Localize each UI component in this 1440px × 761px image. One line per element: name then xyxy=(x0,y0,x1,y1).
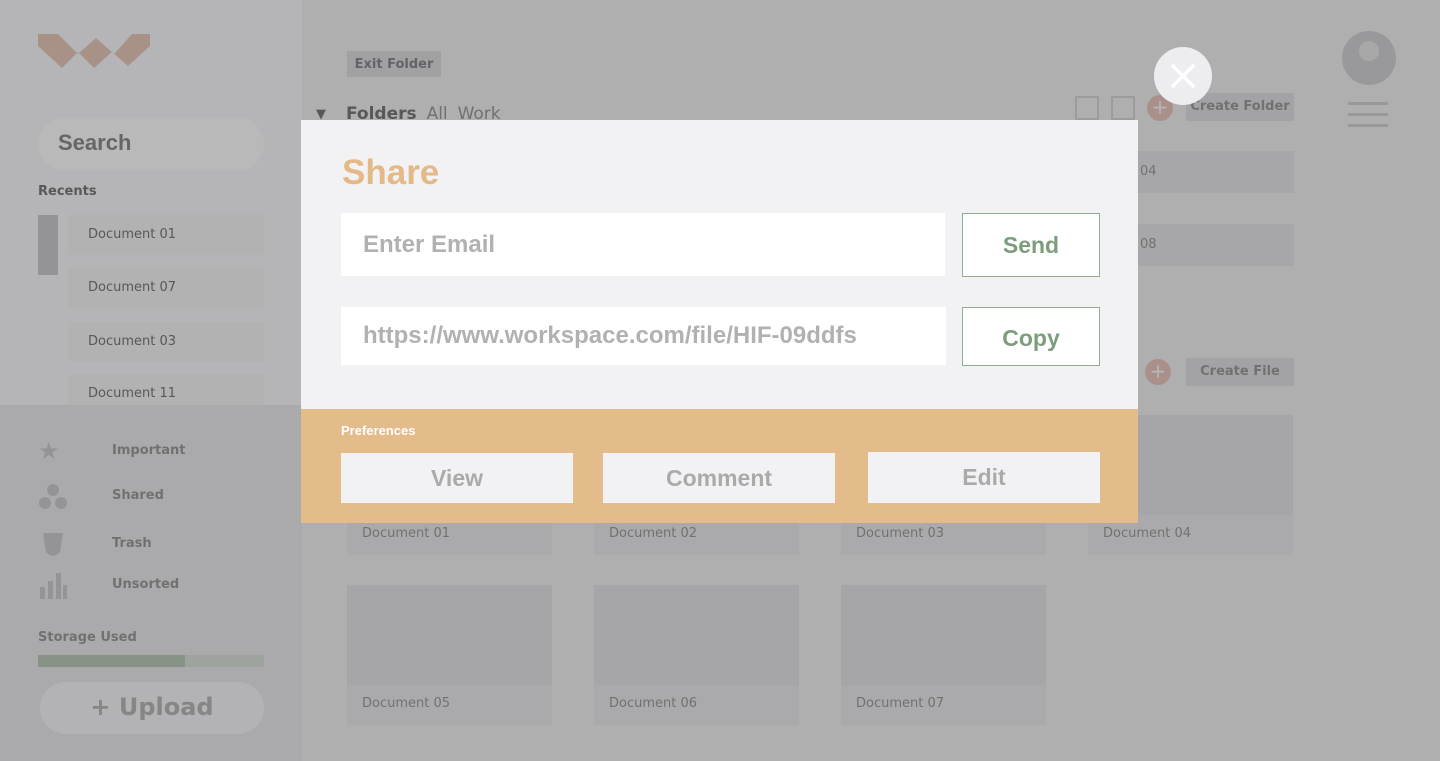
comment-permission-button[interactable]: Comment xyxy=(603,453,835,503)
share-dialog: Share Enter Email Send https://www.works… xyxy=(301,120,1138,523)
preferences-panel: Preferences View Comment Edit xyxy=(301,409,1138,523)
copy-button[interactable]: Copy xyxy=(962,307,1100,366)
send-button[interactable]: Send xyxy=(962,213,1100,277)
dialog-title: Share xyxy=(342,153,440,192)
close-icon xyxy=(1171,64,1195,88)
view-permission-button[interactable]: View xyxy=(341,453,573,503)
edit-permission-button[interactable]: Edit xyxy=(868,452,1100,503)
preferences-label: Preferences xyxy=(341,423,416,438)
close-button[interactable] xyxy=(1154,47,1212,105)
share-link-field[interactable]: https://www.workspace.com/file/HIF-09ddf… xyxy=(341,307,946,365)
email-field[interactable]: Enter Email xyxy=(341,213,945,276)
